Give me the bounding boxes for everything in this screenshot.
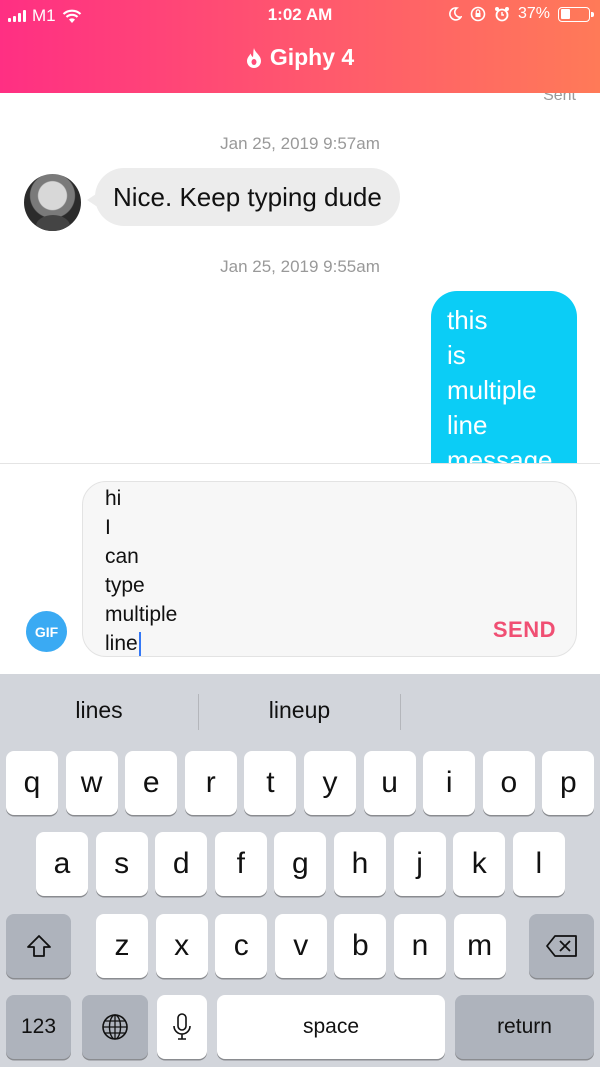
message-line: this [447, 305, 488, 335]
key-p[interactable]: p [542, 751, 595, 815]
key-i[interactable]: i [423, 751, 476, 815]
battery-icon [558, 6, 594, 22]
input-line: line [105, 632, 138, 655]
key-c[interactable]: c [215, 914, 268, 978]
conversation-title: Giphy 4 [0, 44, 600, 71]
key-m[interactable]: m [453, 914, 506, 978]
globe-key[interactable] [82, 995, 148, 1059]
key-w[interactable]: w [65, 751, 118, 815]
backspace-key[interactable] [529, 914, 594, 978]
key-l[interactable]: l [512, 832, 565, 896]
message-timestamp: Jan 25, 2019 9:55am [220, 257, 380, 276]
message-list[interactable]: Sent Jan 25, 2019 9:57am Nice. Keep typi… [0, 93, 600, 463]
status-bar: M1 1:02 AM 37% [0, 0, 600, 32]
shift-icon [26, 935, 51, 957]
gif-button[interactable]: GIF [26, 611, 67, 652]
key-a[interactable]: a [36, 832, 88, 896]
shift-key[interactable] [6, 914, 71, 978]
key-f[interactable]: f [214, 832, 267, 896]
avatar[interactable] [24, 174, 81, 231]
input-line: hi [105, 487, 122, 510]
text-cursor [138, 632, 141, 656]
space-key[interactable]: space [217, 995, 445, 1059]
key-b[interactable]: b [334, 914, 387, 978]
suggestion-item[interactable]: lines [0, 674, 198, 746]
key-j[interactable]: j [393, 832, 446, 896]
send-button[interactable]: SEND [493, 617, 556, 643]
key-o[interactable]: o [482, 751, 535, 815]
key-x[interactable]: x [155, 914, 208, 978]
message-input-text[interactable]: hi I can type multiple line [105, 484, 178, 656]
outgoing-message-bubble[interactable]: this is multiple line message [431, 291, 577, 463]
message-line: line [447, 410, 488, 440]
dictation-key[interactable] [157, 995, 207, 1059]
input-line-last: line [105, 629, 177, 656]
suggestion-bar: lines lineup [0, 674, 600, 746]
battery-percent: 37% [517, 5, 550, 22]
key-v[interactable]: v [274, 914, 327, 978]
key-e[interactable]: e [125, 751, 178, 815]
input-line: I [105, 516, 111, 539]
message-timestamp: Jan 25, 2019 9:57am [220, 134, 380, 153]
suggestion-item[interactable] [401, 674, 600, 746]
numbers-key[interactable]: 123 [6, 995, 71, 1059]
incoming-message-bubble[interactable]: Nice. Keep typing dude [87, 168, 400, 226]
message-line: multiple [447, 375, 537, 405]
key-n[interactable]: n [394, 914, 446, 978]
key-s[interactable]: s [95, 832, 148, 896]
key-g[interactable]: g [274, 832, 327, 896]
key-t[interactable]: t [244, 751, 297, 815]
sent-status: Sent [543, 93, 576, 104]
message-line: is [447, 340, 466, 370]
status-right: 37% [448, 5, 594, 23]
key-k[interactable]: k [453, 832, 506, 896]
keyboard: lines lineup qwertyuiop asdfghjkl zxcvbn… [0, 674, 600, 1067]
rotation-lock-icon [470, 6, 486, 22]
key-h[interactable]: h [334, 832, 386, 896]
moon-icon [449, 7, 462, 21]
message-composer: GIF hi I can type multiple line SEND [0, 463, 600, 674]
return-key[interactable]: return [455, 995, 594, 1059]
microphone-icon [173, 1013, 191, 1040]
flame-icon [246, 47, 261, 68]
page-title: Giphy 4 [269, 44, 355, 70]
key-u[interactable]: u [363, 751, 416, 815]
globe-icon [102, 1014, 128, 1040]
message-line: message [447, 445, 553, 463]
key-r[interactable]: r [184, 751, 237, 815]
key-y[interactable]: y [304, 751, 356, 815]
alarm-icon [494, 7, 509, 22]
key-d[interactable]: d [155, 832, 208, 896]
backspace-icon [545, 935, 577, 957]
key-z[interactable]: z [96, 914, 148, 978]
input-line: type [105, 574, 145, 597]
input-line: can [105, 545, 139, 568]
battery-level [560, 9, 571, 19]
input-line: multiple [105, 603, 178, 626]
suggestion-item[interactable]: lineup [199, 674, 400, 746]
message-input[interactable]: hi I can type multiple line SEND [82, 481, 577, 657]
app-header: M1 1:02 AM 37% Giphy 4 [0, 0, 600, 93]
key-q[interactable]: q [6, 751, 58, 815]
